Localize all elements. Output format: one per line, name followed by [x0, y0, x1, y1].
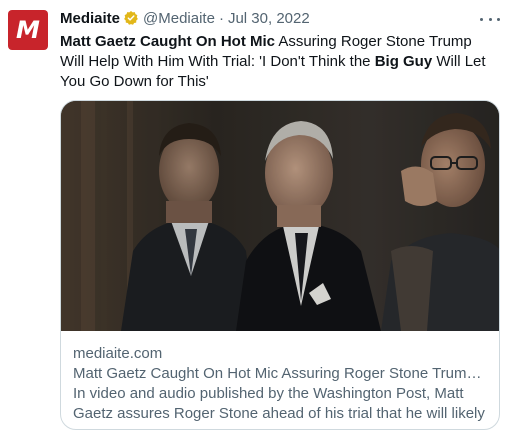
tweet-text-bold-headline: Matt Gaetz Caught On Hot Mic: [60, 33, 275, 50]
card-title[interactable]: Matt Gaetz Caught On Hot Mic Assuring Ro…: [73, 364, 487, 384]
mediaite-avatar[interactable]: M: [8, 10, 48, 50]
tweet-content: Mediaite @Mediaite · Jul 30, 2022 Matt G…: [60, 8, 500, 430]
tweet-header: Mediaite @Mediaite · Jul 30, 2022: [60, 8, 500, 28]
tweet-text-bold-phrase: Big Guy: [374, 53, 433, 70]
avatar-letter: M: [16, 16, 40, 44]
author-name[interactable]: Mediaite: [60, 10, 120, 27]
header-separator: ·: [218, 9, 224, 27]
author-handle[interactable]: @Mediaite: [143, 10, 215, 27]
card-meta: mediaite.com Matt Gaetz Caught On Hot Mi…: [61, 331, 499, 429]
tweet-text: Matt Gaetz Caught On Hot Mic Assuring Ro…: [60, 32, 500, 92]
more-options-icon[interactable]: [480, 12, 500, 26]
tweet[interactable]: M Mediaite @Mediaite · Jul 30, 2022 Matt…: [0, 0, 514, 430]
link-card[interactable]: mediaite.com Matt Gaetz Caught On Hot Mi…: [60, 100, 500, 430]
verified-badge-icon: [124, 11, 138, 25]
card-domain: mediaite.com: [73, 345, 163, 362]
card-photo: [61, 101, 499, 331]
card-image[interactable]: [61, 101, 499, 331]
card-description-text: In video and audio published by the Wash…: [73, 385, 485, 422]
tweet-date[interactable]: Jul 30, 2022: [228, 10, 310, 27]
card-description: In video and audio published by the Wash…: [73, 384, 487, 424]
